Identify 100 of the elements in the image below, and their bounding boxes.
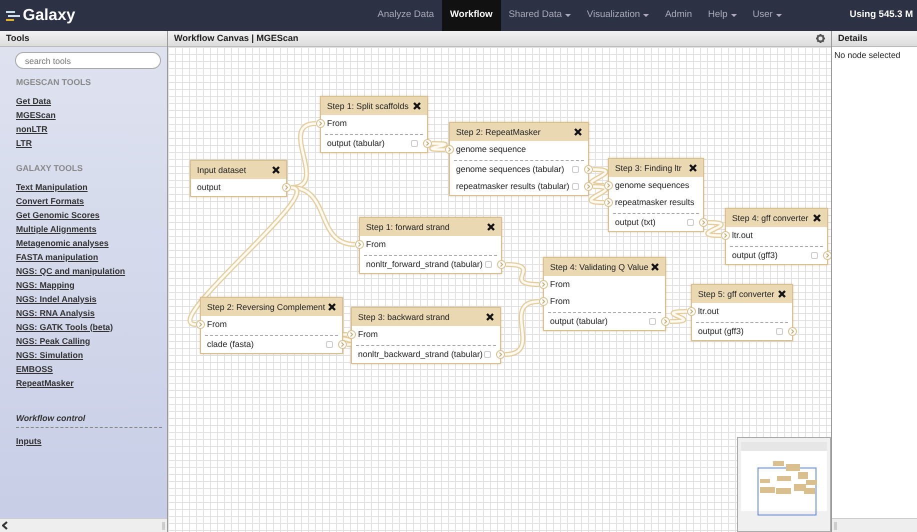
close-icon[interactable] xyxy=(486,313,494,321)
node-title: Step 2: RepeatMasker xyxy=(456,126,541,138)
input-terminal[interactable] xyxy=(196,320,205,329)
tool-link[interactable]: NGS: Indel Analysis xyxy=(16,292,96,306)
output-label: nonltr_forward_strand (tabular) xyxy=(366,258,483,271)
tool-link[interactable]: Inputs xyxy=(16,434,42,448)
output-terminal[interactable] xyxy=(699,218,708,227)
output-checkbox[interactable] xyxy=(484,351,491,358)
tool-link[interactable]: NGS: QC and manipulation xyxy=(16,264,126,278)
input-label: ltr.out xyxy=(698,305,719,318)
input-terminal[interactable] xyxy=(539,280,548,289)
output-checkbox[interactable] xyxy=(572,183,579,190)
details-message: No node selected xyxy=(833,49,902,62)
output-terminal[interactable] xyxy=(497,260,506,269)
close-icon[interactable] xyxy=(778,290,786,298)
nav-link[interactable]: User xyxy=(744,0,790,31)
overview-panel[interactable] xyxy=(737,437,831,532)
close-icon[interactable] xyxy=(328,303,336,311)
nav-link[interactable]: Visualization xyxy=(578,0,658,31)
node-title: Step 3: Finding ltr xyxy=(615,162,682,174)
nav-link[interactable]: Analyze Data xyxy=(369,0,442,31)
close-icon[interactable] xyxy=(487,223,495,231)
tool-link[interactable]: Text Manipulation xyxy=(16,180,88,194)
output-checkbox[interactable] xyxy=(811,252,818,259)
tool-link[interactable]: EMBOSS xyxy=(16,362,53,376)
close-icon[interactable] xyxy=(813,214,821,222)
node-title: Step 1: Split scaffolds xyxy=(327,100,409,112)
output-checkbox[interactable] xyxy=(411,140,418,147)
output-terminal[interactable] xyxy=(338,340,347,349)
output-terminal[interactable] xyxy=(661,317,670,326)
output-terminal[interactable] xyxy=(584,165,593,174)
output-label: output (gff3) xyxy=(732,249,778,262)
panel-title: Tools xyxy=(0,31,167,47)
input-terminal[interactable] xyxy=(604,198,613,207)
input-label: genome sequences xyxy=(615,179,690,192)
node-title: Step 1: forward strand xyxy=(366,220,450,234)
input-terminal[interactable] xyxy=(316,119,325,128)
canvas-title: Workflow Canvas | MGEScan xyxy=(174,32,298,45)
nav-link[interactable]: Shared Data xyxy=(500,0,579,31)
nav-link[interactable]: Admin xyxy=(657,0,700,31)
output-terminal[interactable] xyxy=(788,327,797,336)
output-checkbox[interactable] xyxy=(776,328,783,335)
section-label: Workflow control xyxy=(16,412,162,428)
nav-link[interactable]: Workflow xyxy=(442,0,501,31)
input-terminal[interactable] xyxy=(355,240,364,249)
tool-link[interactable]: LTR xyxy=(16,136,32,150)
input-label: From xyxy=(550,295,570,308)
node-title: Step 4: Validating Q Value xyxy=(550,260,648,274)
tool-link[interactable]: Get Genomic Scores xyxy=(16,208,100,222)
connection-wire xyxy=(588,184,608,205)
close-icon[interactable] xyxy=(689,164,697,172)
tool-link[interactable]: FASTA manipulation xyxy=(16,250,98,264)
input-terminal[interactable] xyxy=(687,307,696,316)
search-field[interactable]: search tools xyxy=(15,52,161,69)
close-icon[interactable] xyxy=(413,102,421,110)
input-label: From xyxy=(550,278,570,291)
tool-link[interactable]: Multiple Alignments xyxy=(16,222,96,236)
input-terminal[interactable] xyxy=(721,231,730,240)
tool-link[interactable]: NGS: RNA Analysis xyxy=(16,306,95,320)
tool-link[interactable]: RepeatMasker xyxy=(16,376,74,390)
nav-link[interactable]: Help xyxy=(700,0,745,31)
input-terminal[interactable] xyxy=(604,181,613,190)
tool-link[interactable]: NGS: Peak Calling xyxy=(16,334,90,348)
output-checkbox[interactable] xyxy=(649,318,656,325)
input-label: ltr.out xyxy=(732,229,753,242)
tool-link[interactable]: Metagenomic analyses xyxy=(16,236,109,250)
node-title: Step 3: backward strand xyxy=(358,310,450,324)
output-terminal[interactable] xyxy=(282,183,291,192)
scrollbar[interactable] xyxy=(0,518,167,532)
close-icon[interactable] xyxy=(574,128,582,136)
output-checkbox[interactable] xyxy=(687,219,694,226)
connection-wire xyxy=(430,141,447,152)
tool-link[interactable]: Get Data xyxy=(16,94,51,108)
input-terminal[interactable] xyxy=(445,145,454,154)
tool-link[interactable]: nonLTR xyxy=(16,122,48,136)
tool-link[interactable]: NGS: GATK Tools (beta) xyxy=(16,320,113,334)
input-terminal[interactable] xyxy=(539,297,548,306)
settings-icon[interactable] xyxy=(816,34,825,43)
output-checkbox[interactable] xyxy=(485,261,492,268)
connection-wire xyxy=(706,220,724,238)
close-icon[interactable] xyxy=(272,166,280,174)
input-label: From xyxy=(327,117,347,130)
scrollbar[interactable] xyxy=(832,518,917,532)
section-heading: GALAXY TOOLS xyxy=(16,162,84,174)
output-terminal[interactable] xyxy=(823,251,831,260)
tool-link[interactable]: NGS: Mapping xyxy=(16,278,75,292)
input-terminal[interactable] xyxy=(347,330,356,339)
output-label: output xyxy=(197,181,221,194)
output-checkbox[interactable] xyxy=(572,166,579,173)
logo-icon xyxy=(4,10,20,22)
output-terminal[interactable] xyxy=(584,182,593,191)
close-icon[interactable] xyxy=(651,263,659,271)
node-title: Step 2: Reversing Complement xyxy=(207,300,326,314)
output-terminal[interactable] xyxy=(423,139,432,148)
tool-link[interactable]: NGS: Simulation xyxy=(16,348,84,362)
tool-link[interactable]: Convert Formats xyxy=(16,194,84,208)
output-checkbox[interactable] xyxy=(326,341,333,348)
tool-link[interactable]: MGEScan xyxy=(16,108,56,122)
output-terminal[interactable] xyxy=(496,350,505,359)
connection-wire xyxy=(504,299,540,357)
